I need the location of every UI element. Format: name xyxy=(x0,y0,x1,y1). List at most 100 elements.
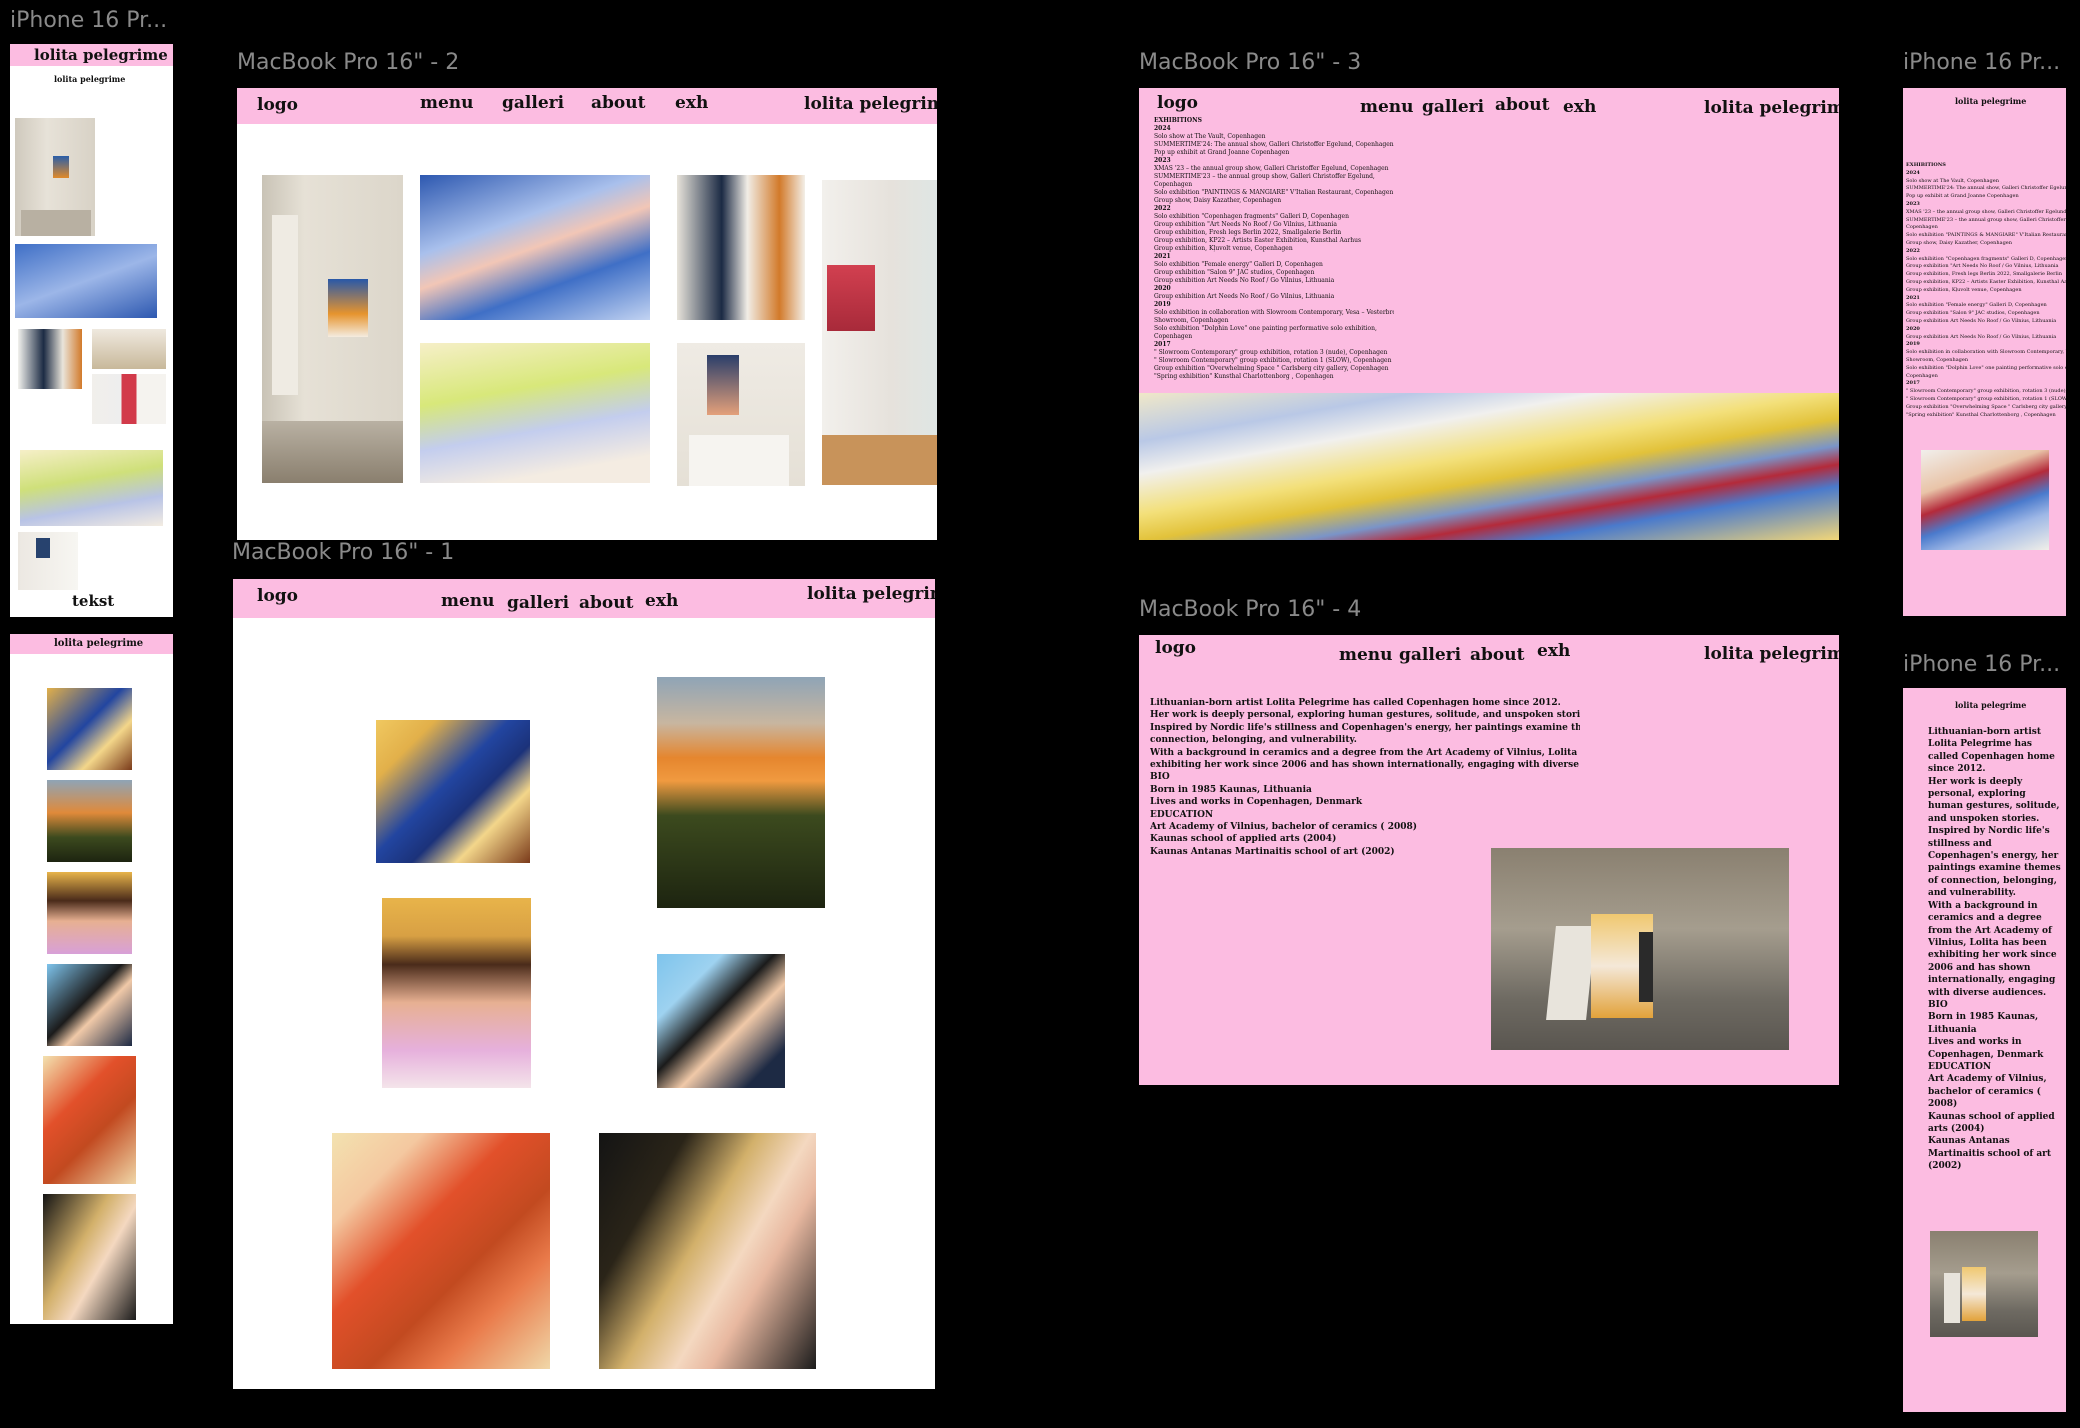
portrait-back[interactable] xyxy=(657,677,825,908)
frame-label-iphone-2[interactable]: iPhone 16 Pr... xyxy=(1903,50,2060,75)
macbook-frame-galleri[interactable]: logo menu galleri about exh lolita peleg… xyxy=(237,88,937,540)
nav-galleri[interactable]: galleri xyxy=(1422,97,1484,117)
logo-link[interactable]: logo xyxy=(1155,638,1196,658)
site-title-small[interactable]: lolita pelegrime xyxy=(54,74,125,84)
iphone-frame-about[interactable]: lolita pelegrime Lithuanian-born artist … xyxy=(1903,688,2066,1412)
portrait-sunglasses-thumb[interactable] xyxy=(47,964,132,1046)
frame-label-mac-1[interactable]: MacBook Pro 16" - 1 xyxy=(232,540,454,565)
exh-line: XMAS '23 – the annual group show, Galler… xyxy=(1154,165,1389,172)
about-line: With a background in ceramics and a degr… xyxy=(1150,747,1580,758)
reclining-figure-yellow-thumb[interactable] xyxy=(20,450,163,526)
nav-exh[interactable]: exh xyxy=(1563,97,1596,117)
exh-line: Solo exhibition "PAINTINGS & MANGIARE" V… xyxy=(1154,189,1394,196)
nav-about[interactable]: about xyxy=(1495,95,1549,115)
macbook-frame-exh[interactable]: logo menu galleri about exh lolita peleg… xyxy=(1139,88,1839,540)
portrait-hands[interactable] xyxy=(332,1133,550,1369)
site-title[interactable]: lolita pelegrime xyxy=(1955,700,2026,710)
artist-street-photo-mobile[interactable] xyxy=(1930,1231,2038,1337)
portrait-hug-thumb[interactable] xyxy=(47,688,132,770)
artist-street-photo[interactable] xyxy=(1491,848,1789,1050)
nav-menu[interactable]: menu xyxy=(420,93,474,113)
logo-link[interactable]: logo xyxy=(257,586,298,606)
exh-line: Copenhagen xyxy=(1906,372,1938,379)
logo-link[interactable]: logo xyxy=(1157,93,1198,113)
nav-exh[interactable]: exh xyxy=(1537,641,1570,661)
logo-link[interactable]: logo xyxy=(257,95,298,115)
mobile-header: lolita pelegrime xyxy=(10,634,173,654)
frame-label-mac-4[interactable]: MacBook Pro 16" - 4 xyxy=(1139,597,1361,622)
portrait-sunglasses[interactable] xyxy=(657,954,785,1088)
site-title[interactable]: lolita pelegrime xyxy=(34,46,168,64)
interior-red-painting[interactable] xyxy=(822,180,937,485)
reclining-figure-blue-thumb[interactable] xyxy=(15,244,157,318)
nav-menu[interactable]: menu xyxy=(1339,645,1393,665)
exh-line: 2021 xyxy=(1906,294,1920,301)
window-interior-thumb[interactable] xyxy=(92,329,166,369)
reclining-figure-banner[interactable] xyxy=(1139,393,1839,540)
site-title[interactable]: lolita pelegrime xyxy=(1704,644,1839,664)
exh-line: Group exhibition "Salon 9" JAC studios, … xyxy=(1906,310,2040,317)
frame-label-iphone-1[interactable]: iPhone 16 Pr... xyxy=(10,8,167,33)
figure-dark-thumb[interactable] xyxy=(18,329,82,389)
portrait-profile[interactable] xyxy=(599,1133,816,1369)
small-painting-thumb[interactable] xyxy=(18,532,78,590)
nav-exh[interactable]: exh xyxy=(675,93,708,113)
exh-line: SUMMERTIME'24: The annual show, Galleri … xyxy=(1906,185,2066,192)
red-painting-interior-thumb[interactable] xyxy=(92,374,166,424)
site-title[interactable]: lolita pelegrime xyxy=(54,638,143,649)
nav-exh[interactable]: exh xyxy=(645,591,678,611)
iphone-frame-portraits[interactable]: lolita pelegrime xyxy=(10,634,173,1324)
site-title[interactable]: lolita pelegrime xyxy=(804,94,937,114)
frame-label-mac-3[interactable]: MacBook Pro 16" - 3 xyxy=(1139,50,1361,75)
portrait-bun[interactable] xyxy=(382,898,531,1088)
nav-galleri[interactable]: galleri xyxy=(507,593,569,613)
macbook-frame-about[interactable]: logo menu galleri about exh lolita peleg… xyxy=(1139,635,1839,1085)
exh-line: SUMMERTIME'23 – the annual group show, G… xyxy=(1906,216,2066,223)
reclining-figure-blue[interactable] xyxy=(420,175,650,320)
nav-galleri[interactable]: galleri xyxy=(1399,645,1461,665)
site-title[interactable]: lolita pelegrime xyxy=(1704,98,1839,118)
about-line: and unspoken stories. xyxy=(1928,813,2040,824)
portrait-profile-thumb[interactable] xyxy=(43,1194,136,1320)
about-line: Kaunas school of applied xyxy=(1928,1111,2055,1122)
about-line: called Copenhagen home xyxy=(1928,751,2055,762)
exh-line: SUMMERTIME'24: The annual show, Galleri … xyxy=(1154,141,1394,148)
reclining-figure-yellow[interactable] xyxy=(420,343,650,483)
site-title[interactable]: lolita pelegrime xyxy=(807,584,935,604)
exh-line: Copenhagen xyxy=(1154,333,1193,340)
portrait-back-thumb[interactable] xyxy=(47,780,132,862)
macbook-frame-portraits[interactable]: logo menu galleri about exh lolita peleg… xyxy=(233,579,935,1389)
about-line: with diverse audiences. xyxy=(1928,987,2047,998)
figure-dark-coat[interactable] xyxy=(677,175,805,320)
about-line: Born in 1985 Kaunas, Lithuania xyxy=(1150,784,1312,795)
frame-label-iphone-3[interactable]: iPhone 16 Pr... xyxy=(1903,652,2060,677)
about-line: since 2012. xyxy=(1928,764,1986,775)
exh-line: 2022 xyxy=(1906,247,1920,254)
frame-label-mac-2[interactable]: MacBook Pro 16" - 2 xyxy=(237,50,459,75)
iphone-frame-exh[interactable]: lolita pelegrime EXHIBITIONS 2024 Solo s… xyxy=(1903,88,2066,616)
room-photo[interactable] xyxy=(262,175,403,483)
reclining-figure-mobile[interactable] xyxy=(1921,450,2049,550)
portrait-hug[interactable] xyxy=(376,720,530,863)
site-title[interactable]: lolita pelegrime xyxy=(1955,96,2026,106)
exh-line: Group exhibition Art Needs No Roof / Go … xyxy=(1154,293,1335,300)
exh-line: 2020 xyxy=(1154,285,1171,292)
portrait-hands-thumb[interactable] xyxy=(43,1056,136,1184)
nav-about[interactable]: about xyxy=(579,593,633,613)
about-line: BIO xyxy=(1150,772,1170,783)
nav-about[interactable]: about xyxy=(1470,645,1524,665)
interior-cabinet[interactable] xyxy=(677,343,805,486)
exh-line: 2023 xyxy=(1906,200,1920,207)
exh-line: XMAS '23 – the annual group show, Galler… xyxy=(1906,208,2066,215)
about-line: EDUCATION xyxy=(1150,809,1214,820)
room-photo-thumb[interactable] xyxy=(15,118,95,236)
nav-galleri[interactable]: galleri xyxy=(502,93,564,113)
portrait-bun-thumb[interactable] xyxy=(47,872,132,954)
exh-line: 2017 xyxy=(1906,380,1920,387)
nav-menu[interactable]: menu xyxy=(441,591,495,611)
about-line: EDUCATION xyxy=(1928,1061,1992,1072)
exh-line: Group exhibition Art Needs No Roof / Go … xyxy=(1906,333,2057,340)
nav-about[interactable]: about xyxy=(591,93,645,113)
iphone-frame-galleri[interactable]: lolita pelegrime lolita pelegrime tekst xyxy=(10,44,173,617)
nav-menu[interactable]: menu xyxy=(1360,97,1414,117)
